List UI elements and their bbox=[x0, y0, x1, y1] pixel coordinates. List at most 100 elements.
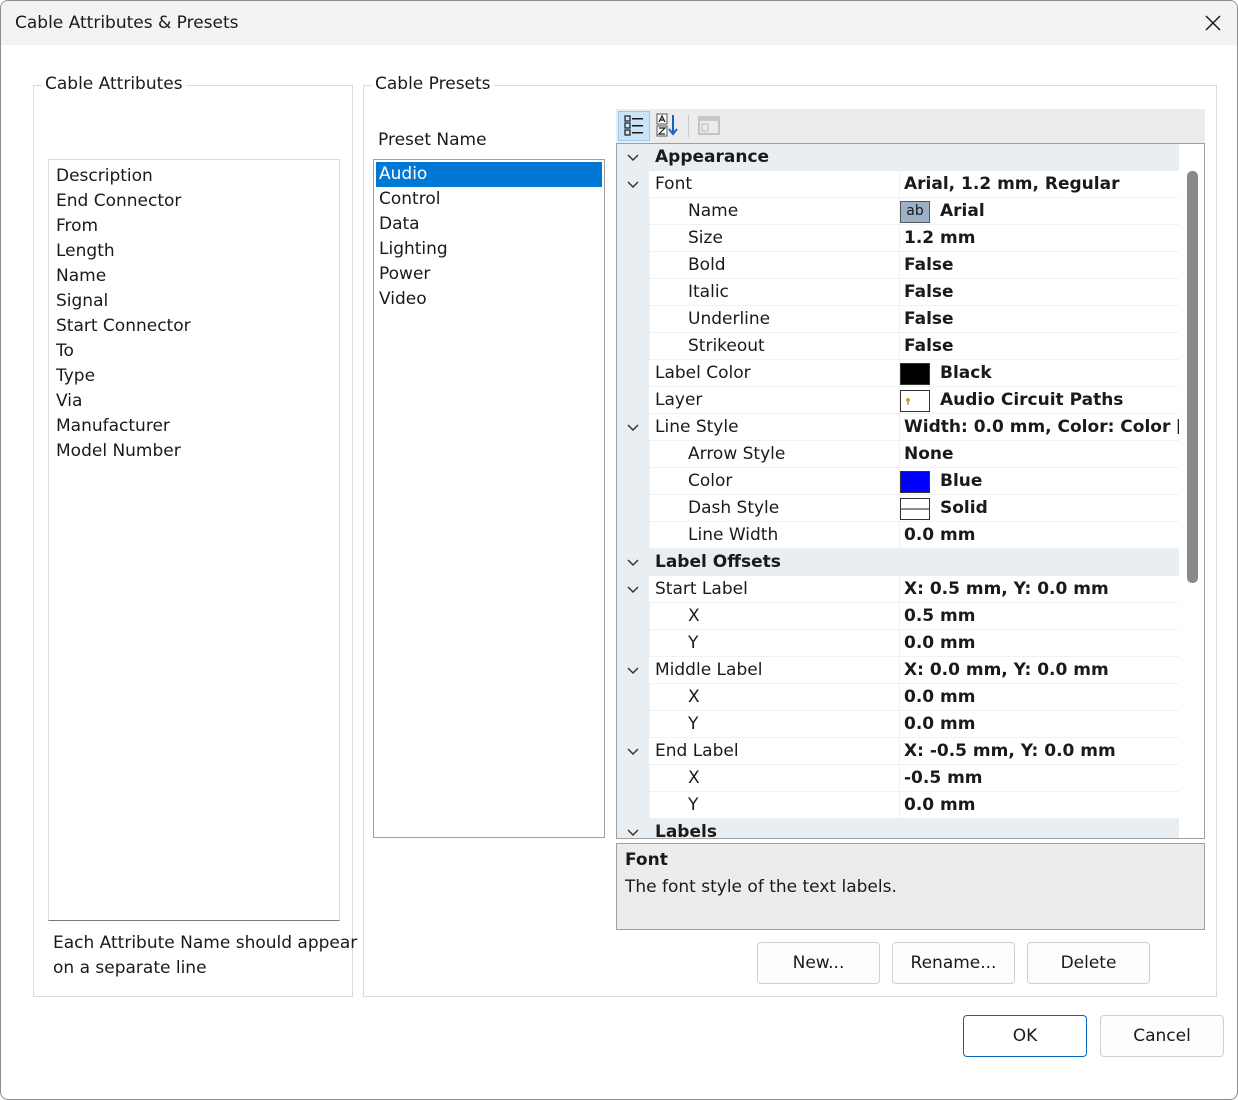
property-value[interactable]: False bbox=[899, 279, 1179, 306]
property-grid-toolbar bbox=[616, 109, 1205, 143]
preset-name-header: Preset Name bbox=[378, 130, 487, 150]
property-row-font-italic[interactable]: Italic False bbox=[617, 279, 1179, 306]
property-row-middle-label[interactable]: Middle Label X: 0.0 mm, Y: 0.0 mm bbox=[617, 657, 1179, 684]
property-value-cell[interactable]: Solid bbox=[899, 495, 1179, 522]
chevron-down-icon[interactable] bbox=[625, 555, 641, 571]
category-row-label-offsets[interactable]: Label Offsets bbox=[617, 549, 1179, 576]
property-value[interactable]: -0.5 mm bbox=[899, 765, 1179, 792]
property-row-font-bold[interactable]: Bold False bbox=[617, 252, 1179, 279]
attribute-line: From bbox=[56, 216, 99, 236]
property-value[interactable]: False bbox=[899, 333, 1179, 360]
property-row-label-color[interactable]: Label Color Black bbox=[617, 360, 1179, 387]
delete-preset-button[interactable]: Delete bbox=[1027, 942, 1150, 984]
alphabetical-sort-button[interactable] bbox=[652, 111, 684, 141]
property-label: X bbox=[649, 684, 899, 711]
row-gutter bbox=[617, 360, 649, 387]
ok-button[interactable]: OK bbox=[963, 1015, 1087, 1057]
property-value[interactable]: 0.0 mm bbox=[899, 630, 1179, 657]
property-value-cell[interactable]: Audio Circuit Paths bbox=[899, 387, 1179, 414]
row-gutter bbox=[617, 198, 649, 225]
property-label: Dash Style bbox=[649, 495, 899, 522]
property-row-font-size[interactable]: Size 1.2 mm bbox=[617, 225, 1179, 252]
preset-item-data[interactable]: Data bbox=[376, 212, 602, 237]
property-grid-scrollbar[interactable] bbox=[1182, 144, 1204, 838]
color-swatch-black bbox=[900, 363, 930, 385]
preset-item-audio[interactable]: Audio bbox=[376, 162, 602, 187]
property-value-cell[interactable]: ab Arial bbox=[899, 198, 1179, 225]
property-label: Start Label bbox=[649, 576, 899, 603]
property-row-end-y[interactable]: Y 0.0 mm bbox=[617, 792, 1179, 819]
chevron-down-icon[interactable] bbox=[625, 150, 641, 166]
property-row-line-style[interactable]: Line Style Width: 0.0 mm, Color: Color [… bbox=[617, 414, 1179, 441]
new-preset-button[interactable]: New... bbox=[757, 942, 880, 984]
property-value[interactable]: X: 0.5 mm, Y: 0.0 mm bbox=[899, 576, 1179, 603]
chevron-down-icon[interactable] bbox=[625, 582, 641, 598]
rename-preset-button[interactable]: Rename... bbox=[892, 942, 1015, 984]
property-row-layer[interactable]: Layer Audio Circuit Paths bbox=[617, 387, 1179, 414]
row-gutter bbox=[617, 684, 649, 711]
property-row-font-name[interactable]: Name ab Arial bbox=[617, 198, 1179, 225]
row-gutter bbox=[617, 252, 649, 279]
property-row-middle-y[interactable]: Y 0.0 mm bbox=[617, 711, 1179, 738]
row-gutter bbox=[617, 495, 649, 522]
property-value[interactable]: None bbox=[899, 441, 1179, 468]
property-row-start-label[interactable]: Start Label X: 0.5 mm, Y: 0.0 mm bbox=[617, 576, 1179, 603]
row-gutter bbox=[617, 765, 649, 792]
property-row-line-width[interactable]: Line Width 0.0 mm bbox=[617, 522, 1179, 549]
property-value[interactable]: Width: 0.0 mm, Color: Color [Blu bbox=[899, 414, 1179, 441]
close-button[interactable] bbox=[1189, 1, 1237, 45]
scrollbar-thumb[interactable] bbox=[1187, 171, 1198, 583]
property-row-end-x[interactable]: X -0.5 mm bbox=[617, 765, 1179, 792]
property-row-dash-style[interactable]: Dash Style Solid bbox=[617, 495, 1179, 522]
property-pages-button[interactable] bbox=[694, 111, 726, 141]
preset-item-power[interactable]: Power bbox=[376, 262, 602, 287]
property-row-end-label[interactable]: End Label X: -0.5 mm, Y: 0.0 mm bbox=[617, 738, 1179, 765]
property-value[interactable]: False bbox=[899, 306, 1179, 333]
property-value[interactable]: 1.2 mm bbox=[899, 225, 1179, 252]
property-value[interactable]: False bbox=[899, 252, 1179, 279]
property-grid: Appearance Font Arial, 1.2 mm, Regular N… bbox=[616, 109, 1205, 839]
attributes-textbox[interactable]: Description End Connector From Length Na… bbox=[48, 159, 340, 921]
preset-item-video[interactable]: Video bbox=[376, 287, 602, 312]
property-value[interactable]: Arial, 1.2 mm, Regular bbox=[899, 171, 1179, 198]
category-row-labels[interactable]: Labels bbox=[617, 819, 1179, 839]
property-value[interactable]: 0.0 mm bbox=[899, 684, 1179, 711]
property-row-arrow-style[interactable]: Arrow Style None bbox=[617, 441, 1179, 468]
property-value[interactable]: 0.0 mm bbox=[899, 522, 1179, 549]
category-label: Label Offsets bbox=[649, 549, 899, 576]
property-value[interactable]: 0.5 mm bbox=[899, 603, 1179, 630]
chevron-down-icon[interactable] bbox=[625, 420, 641, 436]
chevron-down-icon[interactable] bbox=[625, 825, 641, 839]
property-value[interactable]: 0.0 mm bbox=[899, 711, 1179, 738]
chevron-down-icon[interactable] bbox=[625, 177, 641, 193]
category-label: Labels bbox=[649, 819, 899, 838]
row-gutter bbox=[617, 630, 649, 657]
property-row-font[interactable]: Font Arial, 1.2 mm, Regular bbox=[617, 171, 1179, 198]
property-row-start-x[interactable]: X 0.5 mm bbox=[617, 603, 1179, 630]
property-row-start-y[interactable]: Y 0.0 mm bbox=[617, 630, 1179, 657]
property-value[interactable]: 0.0 mm bbox=[899, 792, 1179, 819]
property-value[interactable]: X: 0.0 mm, Y: 0.0 mm bbox=[899, 657, 1179, 684]
preset-list[interactable]: Audio Control Data Lighting Power Video bbox=[373, 159, 605, 838]
category-row-appearance[interactable]: Appearance bbox=[617, 144, 1179, 171]
property-row-font-underline[interactable]: Underline False bbox=[617, 306, 1179, 333]
categorized-view-button[interactable] bbox=[618, 111, 650, 141]
property-label: End Label bbox=[649, 738, 899, 765]
property-row-line-color[interactable]: Color Blue bbox=[617, 468, 1179, 495]
property-grid-rows: Appearance Font Arial, 1.2 mm, Regular N… bbox=[616, 143, 1205, 839]
property-row-font-strikeout[interactable]: Strikeout False bbox=[617, 333, 1179, 360]
property-value: Audio Circuit Paths bbox=[940, 390, 1124, 410]
property-label: Italic bbox=[649, 279, 899, 306]
property-row-middle-x[interactable]: X 0.0 mm bbox=[617, 684, 1179, 711]
color-swatch-blue bbox=[900, 471, 930, 493]
row-gutter bbox=[617, 792, 649, 819]
property-value-cell[interactable]: Black bbox=[899, 360, 1179, 387]
chevron-down-icon[interactable] bbox=[625, 744, 641, 760]
preset-item-control[interactable]: Control bbox=[376, 187, 602, 212]
cancel-button[interactable]: Cancel bbox=[1100, 1015, 1224, 1057]
property-value-cell[interactable]: Blue bbox=[899, 468, 1179, 495]
property-value[interactable]: X: -0.5 mm, Y: 0.0 mm bbox=[899, 738, 1179, 765]
chevron-down-icon[interactable] bbox=[625, 663, 641, 679]
row-gutter bbox=[617, 333, 649, 360]
preset-item-lighting[interactable]: Lighting bbox=[376, 237, 602, 262]
